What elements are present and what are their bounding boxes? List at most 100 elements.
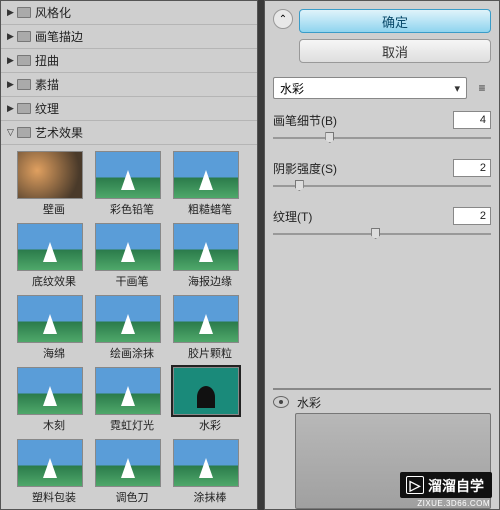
thumb-底纹效果[interactable]: 底纹效果 <box>17 223 91 289</box>
slider-line <box>273 137 491 139</box>
slider-track[interactable] <box>273 179 491 193</box>
thumb-label: 粗糙蜡笔 <box>173 201 247 217</box>
tree-item-huabimiaobian[interactable]: ▶ 画笔描边 <box>1 25 257 49</box>
thumb-label: 胶片颗粒 <box>173 345 247 361</box>
thumb-image <box>95 223 161 271</box>
thumb-label: 壁画 <box>17 201 91 217</box>
logo-text: 溜溜自学 <box>428 478 484 494</box>
filter-select[interactable]: 水彩 <box>273 77 467 99</box>
folder-icon <box>17 31 31 42</box>
slider-value-input[interactable]: 2 <box>453 207 491 225</box>
slider-group: 纹理(T) 2 <box>273 207 491 241</box>
chevron-right-icon: ▶ <box>7 103 17 114</box>
slider-track[interactable] <box>273 131 491 145</box>
slider-handle[interactable] <box>325 132 334 143</box>
thumb-干画笔[interactable]: 干画笔 <box>95 223 169 289</box>
filter-tree-panel: ▶ 风格化 ▶ 画笔描边 ▶ 扭曲 ▶ 素描 ▶ 纹理 <box>0 0 258 510</box>
slider-group: 画笔细节(B) 4 <box>273 111 491 145</box>
thumb-image <box>17 367 83 415</box>
tree-item-wenli[interactable]: ▶ 纹理 <box>1 97 257 121</box>
thumb-label: 海报边缘 <box>173 273 247 289</box>
slider-label: 画笔细节(B) <box>273 112 337 129</box>
thumb-label: 底纹效果 <box>17 273 91 289</box>
thumb-海绵[interactable]: 海绵 <box>17 295 91 361</box>
category-tree: ▶ 风格化 ▶ 画笔描边 ▶ 扭曲 ▶ 素描 ▶ 纹理 <box>1 1 257 145</box>
thumb-image <box>95 295 161 343</box>
tree-item-sumiao[interactable]: ▶ 素描 <box>1 73 257 97</box>
thumb-塑料包装[interactable]: 塑料包装 <box>17 439 91 505</box>
tree-label: 画笔描边 <box>35 28 83 45</box>
thumb-壁画[interactable]: 壁画 <box>17 151 91 217</box>
thumb-label: 绘画涂抹 <box>95 345 169 361</box>
cancel-button[interactable]: 取消 <box>299 39 491 63</box>
thumb-label: 霓虹灯光 <box>95 417 169 433</box>
thumb-image <box>95 151 161 199</box>
chevron-up-icon: ⌃ <box>279 14 287 25</box>
tree-item-yishuxiaoguo[interactable]: ▽ 艺术效果 <box>1 121 257 145</box>
tree-label: 纹理 <box>35 100 59 117</box>
thumb-调色刀[interactable]: 调色刀 <box>95 439 169 505</box>
slider-group: 阴影强度(S) 2 <box>273 159 491 193</box>
thumb-label: 干画笔 <box>95 273 169 289</box>
thumb-彩色铅笔[interactable]: 彩色铅笔 <box>95 151 169 217</box>
slider-value-input[interactable]: 4 <box>453 111 491 129</box>
watermark-logo: 溜溜自学 <box>400 472 492 498</box>
thumb-霓虹灯光[interactable]: 霓虹灯光 <box>95 367 169 433</box>
thumb-image <box>17 295 83 343</box>
tree-item-fenggehua[interactable]: ▶ 风格化 <box>1 1 257 25</box>
slider-line <box>273 185 491 187</box>
slider-line <box>273 233 491 235</box>
thumb-image <box>95 439 161 487</box>
folder-icon <box>17 103 31 114</box>
tree-label: 风格化 <box>35 4 71 21</box>
thumb-label: 涂抹棒 <box>173 489 247 505</box>
chevron-right-icon: ▶ <box>7 79 17 90</box>
ok-button[interactable]: 确定 <box>299 9 491 33</box>
thumb-木刻[interactable]: 木刻 <box>17 367 91 433</box>
thumb-image <box>17 151 83 199</box>
chevron-right-icon: ▶ <box>7 55 17 66</box>
thumb-label: 水彩 <box>173 417 247 433</box>
folder-icon <box>17 127 31 138</box>
tree-label: 艺术效果 <box>35 124 83 141</box>
slider-label: 阴影强度(S) <box>273 160 337 177</box>
thumb-image <box>173 439 239 487</box>
tree-label: 素描 <box>35 76 59 93</box>
filter-select-value: 水彩 <box>280 80 304 97</box>
thumbnail-grid: 壁画彩色铅笔粗糙蜡笔底纹效果干画笔海报边缘海绵绘画涂抹胶片颗粒木刻霓虹灯光水彩塑… <box>1 145 257 509</box>
chevron-right-icon: ▶ <box>7 7 17 18</box>
thumb-label: 塑料包装 <box>17 489 91 505</box>
thumb-label: 海绵 <box>17 345 91 361</box>
thumb-label: 木刻 <box>17 417 91 433</box>
thumb-image <box>173 295 239 343</box>
thumb-image <box>173 151 239 199</box>
slider-value-input[interactable]: 2 <box>453 159 491 177</box>
preview-label: 水彩 <box>297 394 491 411</box>
thumb-image <box>95 367 161 415</box>
chevron-down-icon: ▽ <box>7 127 17 138</box>
folder-icon <box>17 79 31 90</box>
folder-icon <box>17 7 31 18</box>
thumb-image <box>17 223 83 271</box>
watermark-sub: ZIXUE.3D66.COM <box>417 499 490 508</box>
thumb-image <box>173 367 239 415</box>
settings-panel: ⌃ 确定 取消 水彩 ≡ 画笔细节(B) 4 阴影强度(S) 2 纹理(T) 2 水彩 <box>264 0 500 510</box>
tree-item-niuqu[interactable]: ▶ 扭曲 <box>1 49 257 73</box>
thumb-image <box>173 223 239 271</box>
thumb-绘画涂抹[interactable]: 绘画涂抹 <box>95 295 169 361</box>
slider-handle[interactable] <box>295 180 304 191</box>
slider-handle[interactable] <box>371 228 380 239</box>
menu-icon[interactable]: ≡ <box>473 79 491 97</box>
thumb-image <box>17 439 83 487</box>
thumb-水彩[interactable]: 水彩 <box>173 367 247 433</box>
thumb-胶片颗粒[interactable]: 胶片颗粒 <box>173 295 247 361</box>
thumb-涂抹棒[interactable]: 涂抹棒 <box>173 439 247 505</box>
slider-label: 纹理(T) <box>273 208 312 225</box>
thumb-海报边缘[interactable]: 海报边缘 <box>173 223 247 289</box>
collapse-toggle[interactable]: ⌃ <box>273 9 293 29</box>
visibility-eye-icon[interactable] <box>273 396 289 408</box>
slider-track[interactable] <box>273 227 491 241</box>
thumb-label: 调色刀 <box>95 489 169 505</box>
thumb-label: 彩色铅笔 <box>95 201 169 217</box>
thumb-粗糙蜡笔[interactable]: 粗糙蜡笔 <box>173 151 247 217</box>
